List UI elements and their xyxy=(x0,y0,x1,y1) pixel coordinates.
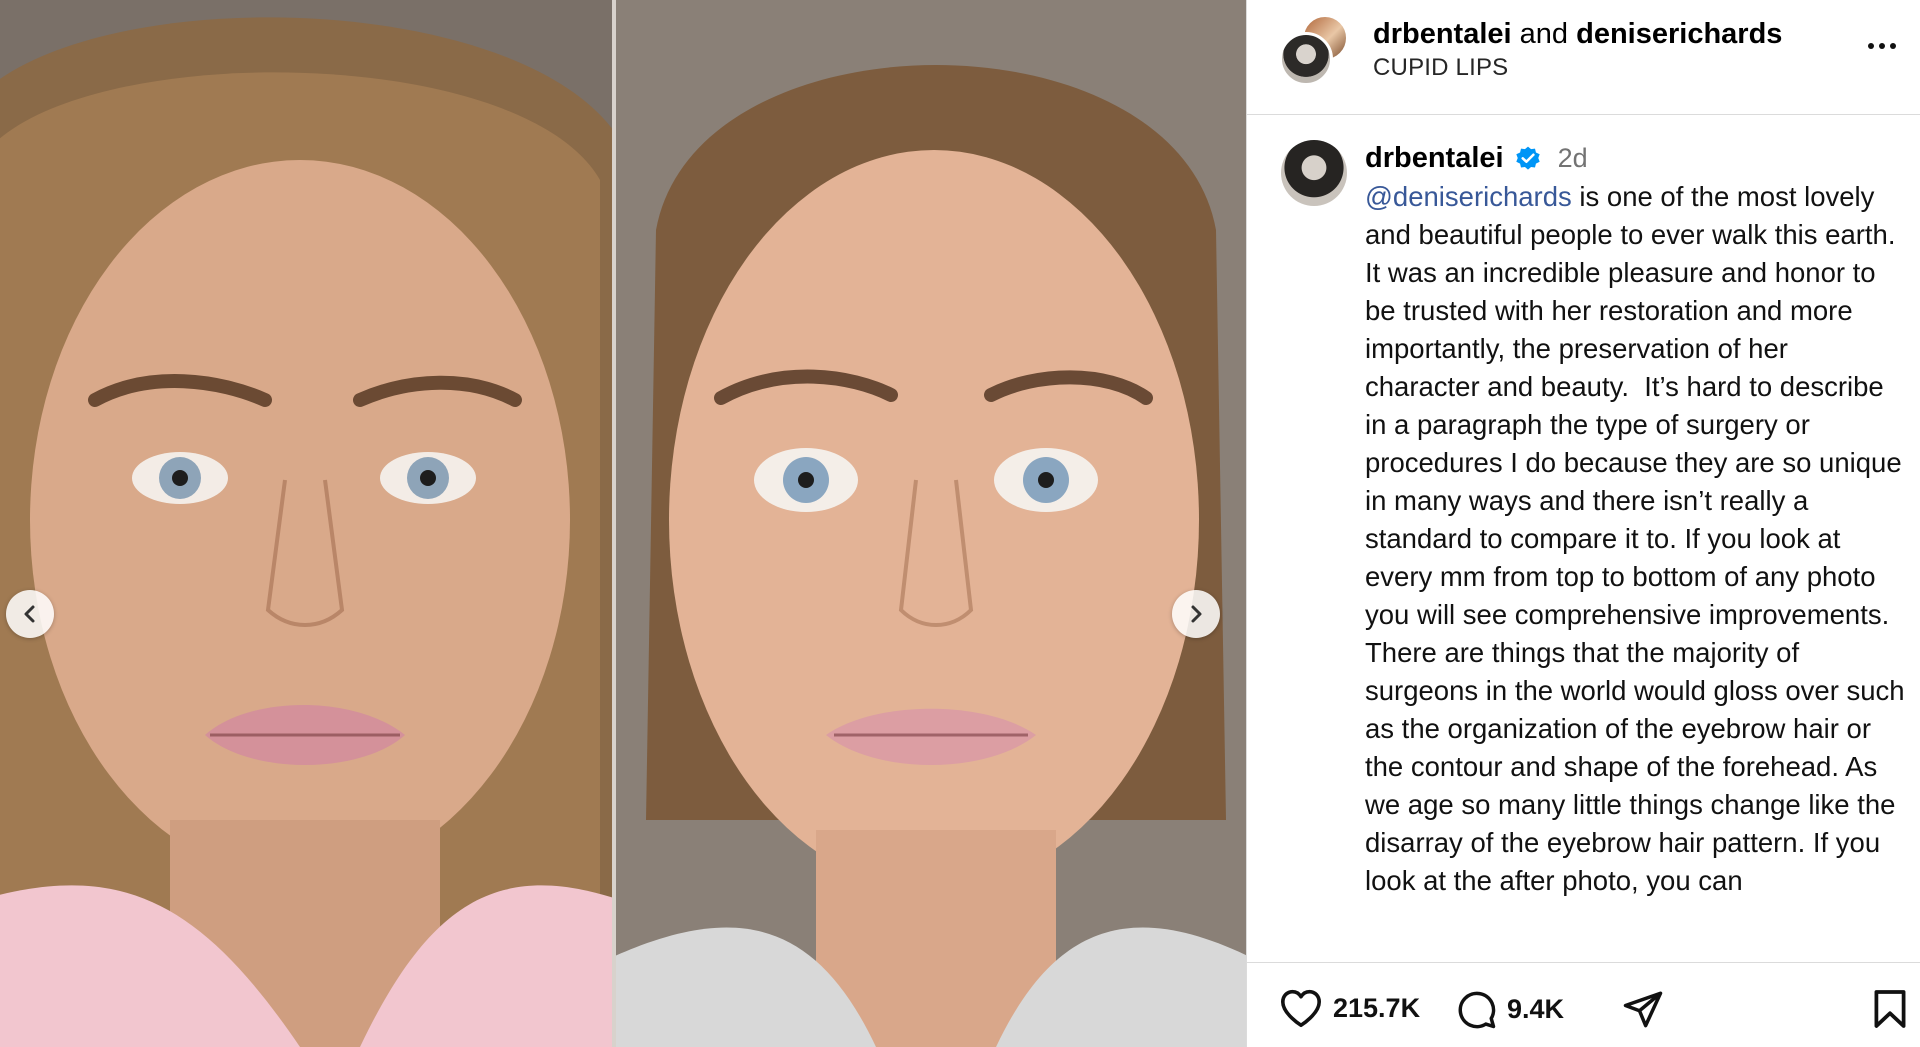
save-button[interactable] xyxy=(1873,988,1907,1030)
chevron-right-icon xyxy=(1191,605,1202,623)
verified-badge-icon xyxy=(1515,146,1540,170)
before-photo xyxy=(0,0,612,1047)
header-user2[interactable]: deniserichards xyxy=(1576,18,1782,50)
avatar-drbentalei[interactable] xyxy=(1279,32,1333,86)
caption-timestamp[interactable]: 2d xyxy=(1558,140,1588,176)
like-button[interactable]: 215.7K xyxy=(1279,988,1420,1028)
like-count[interactable]: 215.7K xyxy=(1333,993,1420,1024)
audio-label[interactable]: CUPID LIPS xyxy=(1373,54,1508,82)
caption-text: @deniserichards is one of the most lovel… xyxy=(1365,178,1905,900)
after-photo xyxy=(616,0,1246,1047)
post-media[interactable] xyxy=(0,0,1246,1047)
collab-avatars[interactable] xyxy=(1279,14,1351,86)
caption-scroll-area[interactable]: drbentalei 2d @deniserichards is one of … xyxy=(1247,116,1920,960)
previous-image-button[interactable] xyxy=(6,590,54,638)
more-dot xyxy=(1879,43,1885,49)
caption-header: drbentalei 2d xyxy=(1365,140,1588,176)
comment-icon xyxy=(1458,991,1496,1029)
header-user1[interactable]: drbentalei xyxy=(1373,18,1512,50)
bookmark-icon xyxy=(1874,990,1906,1028)
share-icon xyxy=(1623,991,1663,1028)
caption-avatar[interactable] xyxy=(1281,140,1347,206)
caption-body: is one of the most lovely and beautiful … xyxy=(1365,181,1913,896)
next-image-button[interactable] xyxy=(1172,590,1220,638)
more-options-button[interactable] xyxy=(1860,28,1904,64)
heart-icon xyxy=(1281,989,1321,1028)
comment-count[interactable]: 9.4K xyxy=(1507,994,1564,1025)
post-header: drbentalei and deniserichards CUPID LIPS xyxy=(1247,0,1920,115)
header-conjunction: and xyxy=(1519,18,1569,50)
caption-username[interactable]: drbentalei xyxy=(1365,140,1504,176)
chevron-left-icon xyxy=(24,605,35,623)
post-sidebar: drbentalei and deniserichards CUPID LIPS… xyxy=(1246,0,1920,1047)
comment-button[interactable]: 9.4K xyxy=(1455,988,1564,1030)
before-face-illustration xyxy=(0,0,612,1047)
after-face-illustration xyxy=(616,0,1246,1047)
collab-title: drbentalei and deniserichards xyxy=(1373,16,1782,52)
mention-link[interactable]: @deniserichards xyxy=(1365,181,1572,212)
more-dot xyxy=(1868,43,1874,49)
action-bar: 215.7K 9.4K xyxy=(1247,962,1920,1047)
share-button[interactable] xyxy=(1621,988,1665,1030)
more-dot xyxy=(1890,43,1896,49)
